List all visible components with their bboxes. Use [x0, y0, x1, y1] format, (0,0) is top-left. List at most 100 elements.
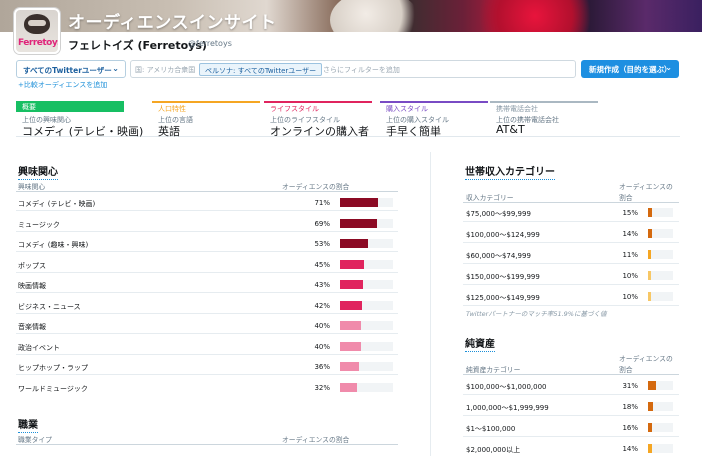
bar-fill [340, 341, 361, 351]
filter-placeholder[interactable]: さらにフィルターを追加 [323, 65, 400, 75]
tab-lifestyle[interactable]: ライフスタイル 上位のライフスタイル オンラインの購入者 [264, 101, 372, 138]
occupation-col-pct: オーディエンスの割合 [282, 436, 350, 444]
row-divider [16, 271, 398, 273]
row-percentage: 43% [314, 281, 330, 289]
row-percentage: 14% [622, 445, 638, 453]
bar-fill [648, 208, 652, 217]
chevron-down-icon: ⌄ [665, 63, 672, 72]
bar-fill [648, 402, 653, 411]
audience-select[interactable]: すべてのTwitterユーザー ⌄ [16, 60, 126, 78]
income-col-label: 収入カテゴリー [466, 194, 514, 202]
account-name: フェレトイズ (Ferretoys) [68, 39, 207, 52]
occupation-title: 職業 [18, 416, 38, 433]
net-worth-col-label: 純資産カテゴリー [466, 366, 521, 374]
row-percentage: 32% [314, 383, 330, 392]
interests-col-pct: オーディエンスの割合 [282, 183, 350, 191]
row-divider [463, 262, 679, 264]
row-divider [463, 241, 679, 243]
card-value: 手早く簡単 [386, 125, 441, 138]
bar-fill [340, 382, 357, 392]
row-percentage: 18% [622, 403, 638, 411]
bar-fill [340, 259, 364, 269]
bar-fill [648, 250, 651, 259]
new-audience-button[interactable]: 新規作成（目的を選ぶ） ⌄ [581, 60, 679, 78]
row-label: 音楽情報 [18, 323, 46, 331]
bar-track [648, 292, 673, 301]
tab-overview[interactable]: 概要 上位の興味関心 コメディ (テレビ・映画) [16, 101, 143, 138]
row-label: $2,000,000以上 [466, 446, 521, 454]
row-divider [463, 393, 679, 395]
row-label: 政治イベント [18, 343, 60, 352]
net-worth-col-pct-line2: 割合 [619, 366, 633, 374]
divider [16, 191, 398, 192]
bar-track [648, 271, 673, 280]
bar-track [340, 321, 393, 330]
bar-track [340, 341, 393, 351]
tab-demographics[interactable]: 人口特性 上位の言語 英語 [152, 101, 260, 138]
row-label: ビジネス・ニュース [18, 302, 81, 311]
row-percentage: 10% [622, 293, 638, 301]
card-value: コメディ (テレビ・映画) [22, 125, 144, 138]
net-worth-title: 純資産 [465, 335, 495, 352]
bar-fill [648, 444, 652, 453]
row-label: $100,000〜$124,999 [466, 231, 540, 239]
banner-ferret-image [330, 0, 420, 32]
row-divider [463, 304, 679, 306]
avatar-logo-text: Ferretoys [18, 38, 60, 48]
bar-fill [340, 321, 361, 330]
row-label: ヒップホップ・ラップ [18, 364, 88, 372]
new-audience-button-label: 新規作成（目的を選ぶ） [589, 65, 672, 74]
row-percentage: 42% [314, 301, 330, 310]
column-divider [430, 152, 431, 456]
row-percentage: 14% [622, 230, 638, 238]
row-percentage: 53% [314, 240, 330, 248]
row-label: $75,000〜$99,999 [466, 210, 531, 218]
row-percentage: 71% [314, 199, 330, 207]
occupation-col-label: 職業タイプ [18, 436, 52, 444]
row-percentage: 31% [622, 382, 638, 390]
add-comparison-link[interactable]: +比較オーディエンスを追加 [18, 80, 107, 90]
row-label: ミュージック [18, 220, 60, 229]
row-percentage: 40% [314, 322, 330, 330]
row-label: $60,000〜$74,999 [466, 252, 531, 260]
persona-filter-chip[interactable]: ペルソナ: すべてのTwitterユーザー [199, 63, 323, 76]
row-divider [16, 251, 398, 253]
card-tab-label: 購入スタイル [380, 101, 488, 113]
bar-track [648, 402, 673, 411]
row-divider [16, 312, 398, 314]
ferret-face-icon [28, 20, 46, 26]
income-col-pct-line1: オーディエンスの [619, 183, 673, 191]
bar-track [340, 300, 393, 310]
bar-track [648, 423, 673, 432]
bar-track [340, 218, 393, 228]
bar-track [648, 229, 673, 238]
match-rate-note: Twitterパートナーのマッチ率51.9%に基づく値 [466, 310, 607, 318]
card-value: 英語 [158, 125, 180, 138]
tab-purchase-style[interactable]: 購入スタイル 上位の購入スタイル 手早く簡単 [380, 101, 488, 138]
filter-input[interactable]: 国: アメリカ合衆国 ペルソナ: すべてのTwitterユーザー さらにフィルタ… [130, 60, 576, 78]
tab-mobile-carrier[interactable]: 携帯電話会社 上位の携帯電話会社 AT&T [490, 101, 598, 137]
bar-track [340, 280, 393, 289]
country-filter[interactable]: 国: アメリカ合衆国 [135, 65, 195, 75]
row-label: $125,000〜$149,999 [466, 294, 540, 302]
interests-col-label: 興味関心 [18, 183, 46, 191]
bar-fill [340, 362, 359, 371]
bar-fill [340, 198, 378, 207]
bar-track [340, 362, 393, 371]
chevron-down-icon: ⌄ [112, 64, 119, 73]
bar-fill [648, 271, 651, 280]
card-tab-label: 携帯電話会社 [490, 101, 598, 113]
row-label: ワールドミュージック [18, 384, 88, 393]
row-label: 映画情報 [18, 282, 46, 290]
banner-hat-image [470, 0, 600, 32]
bar-fill [340, 239, 368, 248]
bar-fill [340, 300, 362, 310]
row-divider [463, 220, 679, 222]
row-percentage: 16% [622, 424, 638, 432]
row-percentage: 69% [314, 219, 330, 228]
interests-title: 興味関心 [18, 163, 58, 180]
bar-fill [340, 280, 363, 289]
row-divider [463, 414, 679, 416]
row-divider [16, 210, 398, 212]
divider [16, 444, 398, 445]
